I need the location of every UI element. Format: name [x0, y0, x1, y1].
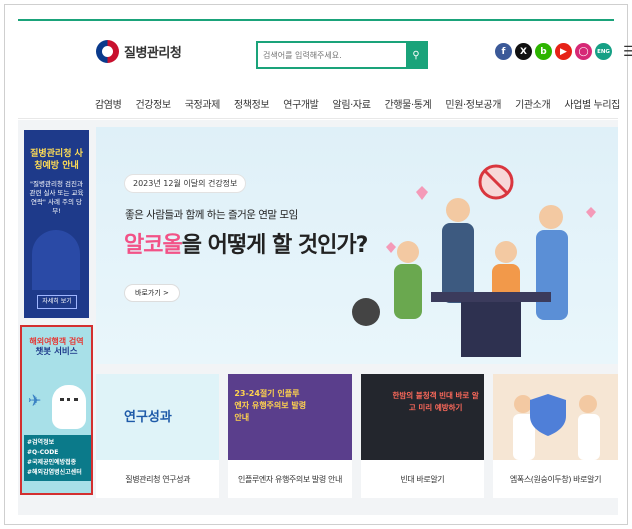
- card-label: 엠폭스(원숭이두창) 바로알기: [509, 474, 602, 484]
- person-3-head: [495, 241, 517, 263]
- facebook-icon[interactable]: f: [495, 43, 512, 60]
- nav-item-research[interactable]: 연구개발: [283, 96, 319, 111]
- logo[interactable]: 질병관리청: [96, 40, 182, 63]
- card-influenza[interactable]: 23-24절기 인플루엔자 유행주의보 발령 안내 인플루엔자 유행주의보 발령…: [228, 374, 352, 498]
- search-input[interactable]: [258, 43, 406, 67]
- header: 질병관리청 ⚲ f X b ▶ ◯ ENG ☰: [18, 28, 632, 83]
- instagram-icon[interactable]: ◯: [575, 43, 592, 60]
- nav-item-policy-info[interactable]: 정책정보: [234, 96, 270, 111]
- tag-item: #검역정보: [27, 439, 55, 446]
- x-icon[interactable]: X: [515, 43, 532, 60]
- airplane-icon: ✈: [28, 391, 42, 410]
- party-illustration: [352, 164, 596, 357]
- search-box: ⚲: [256, 41, 428, 69]
- heart-shape-1: [416, 186, 428, 200]
- nav-item-infectious-disease[interactable]: 감염병: [95, 96, 122, 111]
- card-image: 연구성과: [96, 374, 220, 460]
- card-label: 인플루엔자 유행주의보 발령 안내: [238, 474, 342, 484]
- grill-shape: [352, 298, 380, 326]
- nav-item-about[interactable]: 기관소개: [515, 96, 551, 111]
- eng-icon[interactable]: ENG: [595, 43, 612, 60]
- card-caption: 23-24절기 인플루엔자 유행주의보 발령 안내: [234, 389, 307, 422]
- promo-title: 질병관리청 사칭예방 안내: [30, 149, 83, 171]
- card-image: 23-24절기 인플루엔자 유행주의보 발령 안내: [228, 374, 352, 460]
- card-bedbug[interactable]: 한밤의 불청객 빈대 바로 알고 미리 예방하기 빈대 바로알기: [360, 374, 484, 498]
- nav-item-national-tasks[interactable]: 국정과제: [185, 96, 221, 111]
- nav-item-publications[interactable]: 간행물·통계: [385, 96, 432, 111]
- card-label: 질병관리청 연구성과: [125, 474, 191, 484]
- chatbot-tags: #검역정보 #Q-CODE #국제공인예방접종 #해외감염병신고센터: [24, 435, 91, 481]
- tag-item: #Q-CODE: [27, 449, 59, 456]
- person-4-head: [539, 205, 563, 229]
- card-caption: 한밤의 불청객 빈대 바로 알고 미리 예방하기: [392, 391, 479, 412]
- main-nav: 감염병 건강정보 국정과제 정책정보 연구개발 알림·자료 간행물·통계 민원·…: [95, 96, 620, 111]
- heart-shape-3: [386, 242, 396, 253]
- youtube-icon[interactable]: ▶: [555, 43, 572, 60]
- banner-subtitle: 좋은 사람들과 함께 하는 즐거운 연말 모임: [125, 209, 298, 221]
- card-label: 빈대 바로알기: [400, 474, 445, 484]
- blog-icon[interactable]: b: [535, 43, 552, 60]
- shield-figure-icon: [32, 230, 80, 290]
- main-banner[interactable]: 2023년 12월 이달의 건강정보 좋은 사람들과 함께 하는 즐거운 연말 …: [96, 127, 618, 364]
- person-4-body: [536, 230, 568, 320]
- chatbot-title-line2: 챗봇 서비스: [35, 347, 78, 357]
- tag-item: #해외감염병신고센터: [27, 469, 82, 476]
- person-2-head: [446, 198, 470, 222]
- mascot-icon: [52, 385, 86, 429]
- quick-cards: 연구성과 질병관리청 연구성과 23-24절기 인플루엔자 유행주의보 발령 안…: [96, 374, 618, 498]
- promo-text: "질병관리청 검진과 관련 실사 또는 교육 연락" 사례 주의 당부!: [29, 180, 84, 215]
- banner-date-label: 2023년 12월 이달의 건강정보: [124, 174, 247, 193]
- person-2-body: [442, 223, 474, 303]
- banner-go-button[interactable]: 바로가기 >: [124, 284, 180, 302]
- impersonation-warning-banner[interactable]: 질병관리청 사칭예방 안내 "질병관리청 검진과 관련 실사 또는 교육 연락"…: [24, 130, 89, 318]
- search-button[interactable]: ⚲: [406, 43, 426, 67]
- tag-item: #국제공인예방접종: [27, 459, 77, 466]
- nav-item-health-info[interactable]: 건강정보: [135, 96, 171, 111]
- nav-divider: [18, 118, 618, 119]
- nav-item-notices[interactable]: 알림·자료: [333, 96, 371, 111]
- heart-shape-2: [586, 207, 596, 218]
- banner-title: 알코올을 어떻게 할 것인가?: [124, 227, 369, 259]
- table-base: [461, 302, 521, 357]
- search-icon: ⚲: [412, 49, 420, 61]
- chatbot-title-line1: 해외여행객 검역: [29, 337, 84, 346]
- banner-title-highlight: 알코올: [124, 233, 183, 258]
- top-accent-line: [18, 19, 614, 21]
- person-1-body: [394, 264, 422, 319]
- card-image: [492, 374, 618, 460]
- card-image: 한밤의 불청객 빈대 바로 알고 미리 예방하기: [360, 374, 484, 460]
- quarantine-chatbot-banner[interactable]: 해외여행객 검역 챗봇 서비스 ✈ #검역정보 #Q-CODE #국제공인예방접…: [20, 325, 93, 495]
- banner-title-rest: 을 어떻게 할 것인가?: [181, 233, 369, 258]
- government-emblem-icon: [96, 40, 119, 63]
- promo-detail-button[interactable]: 자세히 보기: [37, 295, 77, 309]
- person-1-head: [397, 241, 419, 263]
- card-mpox[interactable]: 엠폭스(원숭이두창) 바로알기: [492, 374, 618, 498]
- table-top: [431, 292, 551, 302]
- nav-item-project-sites[interactable]: 사업별 누리집: [564, 96, 620, 111]
- social-links: f X b ▶ ◯ ENG ☰: [495, 43, 632, 60]
- logo-text: 질병관리청: [124, 46, 182, 61]
- card-research[interactable]: 연구성과 질병관리청 연구성과: [96, 374, 220, 498]
- nav-item-civil-service[interactable]: 민원·정보공개: [445, 96, 501, 111]
- hamburger-menu-icon[interactable]: ☰: [623, 44, 632, 60]
- doctors-illustration: [512, 394, 600, 460]
- card-caption: 연구성과: [124, 410, 172, 425]
